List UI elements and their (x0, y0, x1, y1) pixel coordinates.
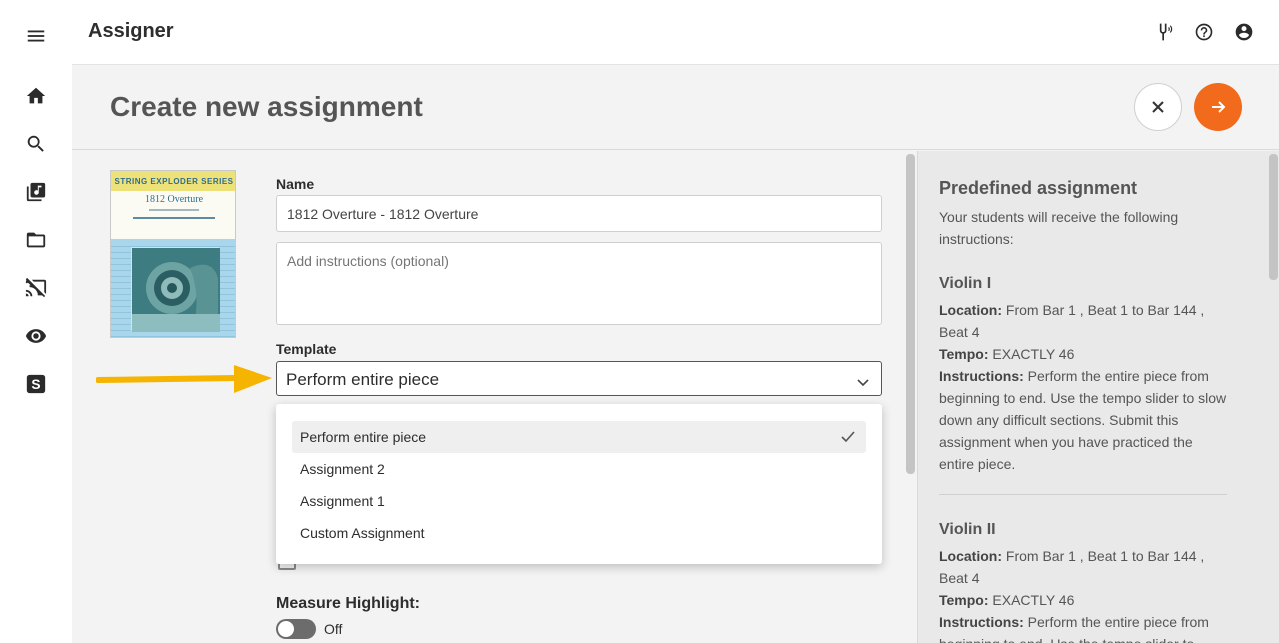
measure-highlight-state: Off (324, 621, 343, 637)
page-title: Create new assignment (110, 91, 423, 122)
content-area: Create new assignment STRING EXPLODER SE… (72, 65, 1279, 643)
library-music-icon[interactable] (22, 178, 50, 206)
svg-text:S: S (31, 377, 40, 392)
cast-off-icon[interactable] (22, 274, 50, 302)
template-option[interactable]: Assignment 2 (292, 453, 866, 485)
measure-highlight-label: Measure Highlight: (276, 595, 421, 612)
side-nav: S (0, 0, 72, 643)
part-name: Violin II (939, 521, 996, 538)
cancel-button[interactable] (1134, 83, 1182, 131)
form-scrollbar[interactable] (906, 154, 915, 474)
tuning-fork-icon[interactable] (1153, 21, 1175, 43)
top-bar: Assigner (72, 0, 1279, 65)
chevron-down-icon (857, 374, 869, 387)
cover-title: 1812 Overture (144, 194, 204, 205)
predefined-assignment-panel: Predefined assignment Your students will… (917, 151, 1279, 643)
name-label: Name (276, 176, 315, 192)
app-title: Assigner (88, 20, 174, 42)
menu-icon[interactable] (22, 22, 50, 50)
s-badge-icon[interactable]: S (22, 370, 50, 398)
page-header: Create new assignment (72, 65, 1279, 150)
template-option[interactable]: Perform entire piece (292, 421, 866, 453)
folder-icon[interactable] (22, 226, 50, 254)
instructions-textarea[interactable] (276, 242, 882, 325)
account-icon[interactable] (1233, 21, 1255, 43)
template-select-value: Perform entire piece (286, 370, 440, 389)
violin-scroll-photo (131, 247, 220, 332)
part-instructions: Violin II Location: From Bar 1 , Beat 1 … (939, 519, 1229, 643)
panel-scrollbar[interactable] (1269, 154, 1278, 280)
part-instructions: Violin I Location: From Bar 1 , Beat 1 t… (939, 273, 1229, 475)
help-icon[interactable] (1193, 21, 1215, 43)
eye-icon[interactable] (22, 322, 50, 350)
part-name: Violin I (939, 275, 992, 292)
pointer-arrow-annotation (96, 365, 272, 393)
template-option[interactable]: Custom Assignment (292, 517, 866, 549)
arrow-right-icon (1212, 101, 1226, 113)
cover-series: STRING EXPLODER SERIES (111, 171, 235, 191)
template-dropdown-menu: Perform entire piece Assignment 2 Assign… (276, 404, 882, 564)
assignment-form: STRING EXPLODER SERIES 1812 Overture Nam… (72, 151, 917, 643)
next-button[interactable] (1194, 83, 1242, 131)
template-label: Template (276, 341, 337, 357)
measure-highlight-toggle[interactable] (276, 619, 316, 639)
panel-subtitle: Your students will receive the following… (939, 209, 1179, 247)
home-icon[interactable] (22, 82, 50, 110)
check-icon (840, 430, 856, 444)
panel-title: Predefined assignment (939, 178, 1138, 198)
template-option[interactable]: Assignment 1 (292, 485, 866, 517)
close-icon (1152, 101, 1164, 113)
divider (939, 494, 1227, 495)
name-input[interactable] (276, 195, 882, 232)
score-cover-image: STRING EXPLODER SERIES 1812 Overture (110, 170, 236, 338)
template-select[interactable]: Perform entire piece (276, 361, 882, 396)
search-icon[interactable] (22, 130, 50, 158)
